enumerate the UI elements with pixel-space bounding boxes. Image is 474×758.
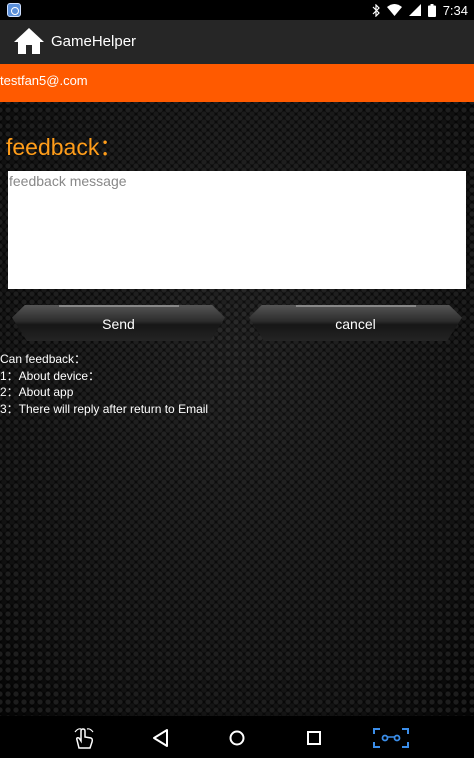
action-bar: GameHelper xyxy=(0,20,474,64)
navigation-bar xyxy=(0,716,474,758)
feedback-message-input[interactable] xyxy=(8,171,466,289)
back-icon[interactable] xyxy=(149,726,173,750)
bluetooth-icon xyxy=(372,3,380,17)
cancel-button[interactable]: cancel xyxy=(249,305,462,341)
info-line: 1：About device： xyxy=(0,368,101,383)
info-line: 2：About app xyxy=(0,385,74,399)
button-highlight xyxy=(295,305,416,307)
send-button-label: Send xyxy=(102,316,135,332)
button-highlight xyxy=(58,305,179,307)
cellular-icon xyxy=(408,4,421,16)
home-circle-icon[interactable] xyxy=(225,726,249,750)
app-notification-icon xyxy=(7,3,21,17)
recents-icon[interactable] xyxy=(302,726,326,750)
info-line: 3：There will reply after return to Email xyxy=(0,401,209,416)
screen: 7:34 GameHelper testfan5@.com feedback： … xyxy=(0,0,474,758)
battery-icon xyxy=(427,3,436,17)
app-title: GameHelper xyxy=(51,33,137,50)
account-email: testfan5@.com xyxy=(0,73,88,88)
info-line: Can feedback： xyxy=(0,352,87,366)
wifi-icon xyxy=(386,4,402,16)
hand-gesture-icon[interactable] xyxy=(72,726,96,750)
status-bar: 7:34 xyxy=(0,0,474,20)
screenshot-icon[interactable] xyxy=(372,726,410,750)
status-icons: 7:34 xyxy=(372,2,468,18)
feedback-info: Can feedback： 1：About device： 2：About ap… xyxy=(0,351,208,417)
cancel-button-label: cancel xyxy=(335,316,376,332)
status-time: 7:34 xyxy=(442,2,468,18)
feedback-heading: feedback： xyxy=(6,134,123,160)
home-icon[interactable] xyxy=(13,26,45,56)
account-bar: testfan5@.com xyxy=(0,64,474,102)
send-button[interactable]: Send xyxy=(12,305,225,341)
